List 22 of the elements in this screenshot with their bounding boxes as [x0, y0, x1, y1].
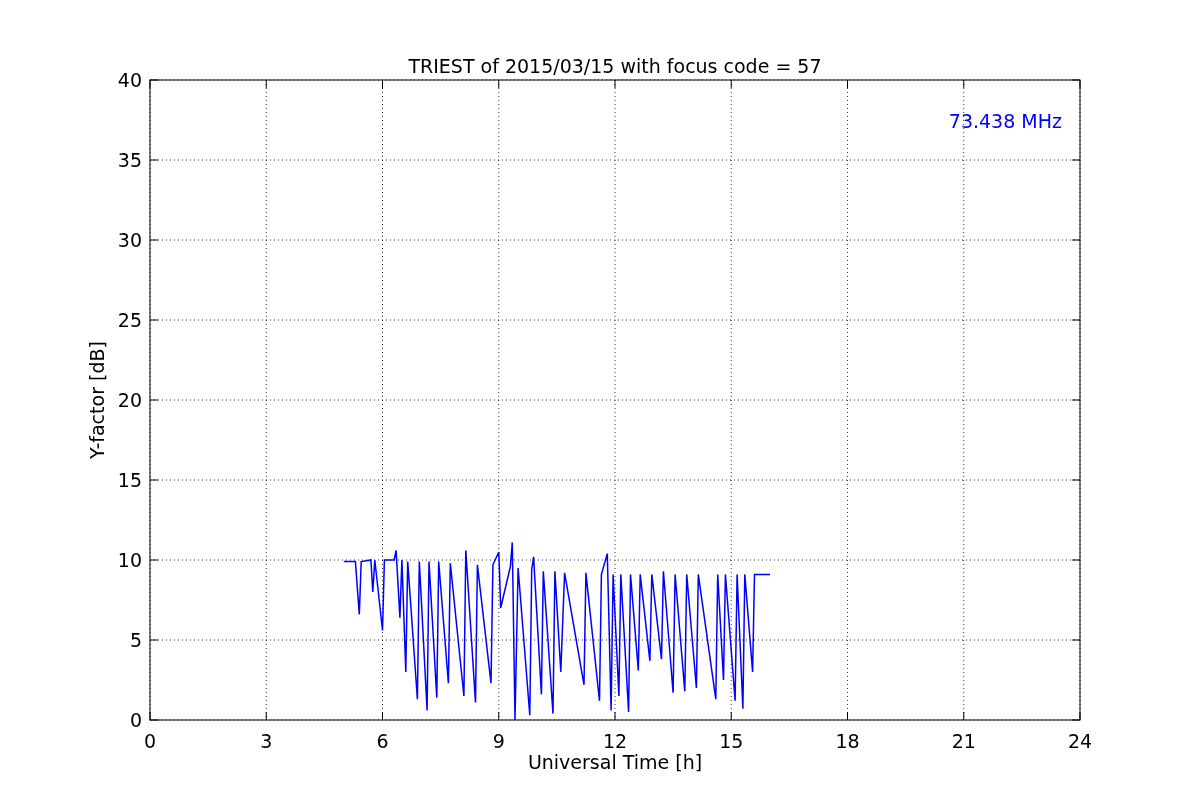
y-axis-label: Y-factor [dB] — [86, 341, 108, 459]
x-tick-label: 15 — [719, 730, 744, 752]
x-axis-label: Universal Time [h] — [527, 751, 703, 773]
series-label: 73.438 MHz — [948, 110, 1062, 132]
y-tick-label: 10 — [117, 549, 142, 571]
y-tick-label: 40 — [117, 69, 142, 91]
y-tick-label: 35 — [117, 149, 142, 171]
chart-title: TRIEST of 2015/03/15 with focus code = 57 — [408, 55, 822, 77]
x-tick-label: 12 — [602, 730, 628, 752]
y-tick-label: 0 — [129, 709, 142, 731]
y-tick-label: 5 — [129, 629, 142, 651]
y-tick-label: 20 — [117, 389, 142, 411]
x-tick-label: 21 — [951, 730, 976, 752]
x-tick-label: 24 — [1067, 730, 1093, 752]
x-tick-label: 3 — [260, 730, 273, 752]
x-tick-label: 18 — [835, 730, 860, 752]
y-tick-label: 15 — [117, 469, 142, 491]
y-tick-label: 30 — [117, 229, 142, 251]
x-tick-label: 6 — [376, 730, 389, 752]
x-tick-label: 0 — [143, 730, 157, 752]
y-tick-label: 25 — [117, 309, 142, 331]
x-tick-label: 9 — [492, 730, 505, 752]
